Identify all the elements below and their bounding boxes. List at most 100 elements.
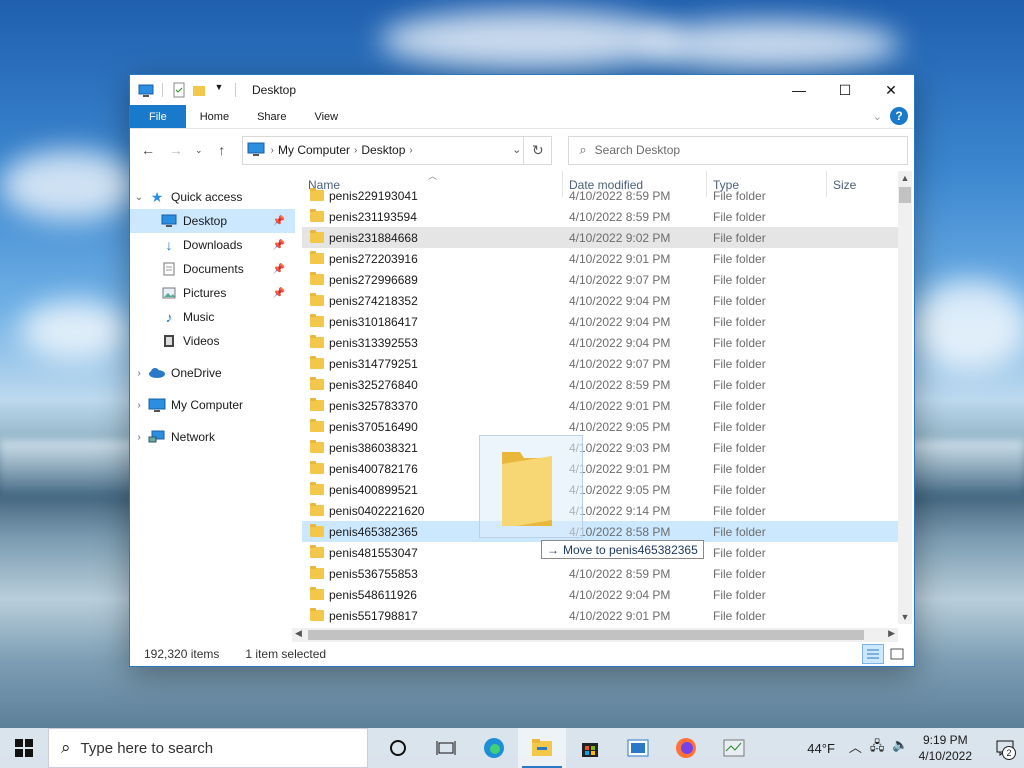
scroll-right-icon[interactable]: ▶ xyxy=(888,628,895,639)
minimize-button[interactable]: — xyxy=(776,75,822,105)
close-button[interactable]: ✕ xyxy=(868,75,914,105)
maximize-button[interactable]: ☐ xyxy=(822,75,868,105)
nav-network[interactable]: › Network xyxy=(130,425,295,449)
task-manager-icon[interactable] xyxy=(710,728,758,768)
chevron-down-icon[interactable]: ⌄ xyxy=(130,192,148,203)
file-row[interactable]: penis536755853 4/10/2022 8:59 PM File fold… xyxy=(302,563,898,584)
pin-icon[interactable]: 📌 xyxy=(273,288,285,299)
tab-home[interactable]: Home xyxy=(186,105,243,128)
nav-downloads[interactable]: ↓ Downloads 📌 xyxy=(130,233,295,257)
folder-icon xyxy=(310,566,324,579)
file-row[interactable]: penis0402221620 4/10/2022 9:14 PM File fol… xyxy=(302,500,898,521)
file-row[interactable]: penis370516490 4/10/2022 9:05 PM File fold… xyxy=(302,416,898,437)
scroll-thumb[interactable] xyxy=(308,630,864,640)
title-bar[interactable]: ▼ Desktop — ☐ ✕ xyxy=(130,75,914,105)
folder-icon xyxy=(502,452,552,526)
file-row[interactable]: penis465382365 4/10/2022 8:58 PM File fold… xyxy=(302,521,898,542)
firefox-icon[interactable] xyxy=(662,728,710,768)
file-row[interactable]: penis386038321 4/10/2022 9:03 PM File fold… xyxy=(302,437,898,458)
chevron-right-icon[interactable]: › xyxy=(130,368,148,379)
address-dropdown-chevron-icon[interactable]: ⌄ xyxy=(512,143,521,156)
file-type: File folder xyxy=(713,419,766,434)
forward-button[interactable]: → xyxy=(164,138,188,162)
file-row[interactable]: penis229193041 4/10/2022 8:59 PM File fold… xyxy=(302,185,898,206)
file-date-modified: 4/10/2022 9:07 PM xyxy=(569,272,671,287)
file-row[interactable]: penis231193594 4/10/2022 8:59 PM File fold… xyxy=(302,206,898,227)
nav-quick-access[interactable]: ⌄ ★ Quick access xyxy=(130,185,295,209)
volume-icon[interactable]: 🔈 xyxy=(892,737,908,759)
file-row[interactable]: penis551798817 4/10/2022 9:01 PM File fold… xyxy=(302,605,898,626)
cortana-icon[interactable] xyxy=(374,728,422,768)
help-icon[interactable]: ? xyxy=(890,107,908,125)
file-row[interactable]: penis231884668 4/10/2022 9:02 PM File fold… xyxy=(302,227,898,248)
file-row[interactable]: penis325783370 4/10/2022 9:01 PM File fold… xyxy=(302,395,898,416)
edge-browser-icon[interactable] xyxy=(470,728,518,768)
file-row[interactable]: penis272996689 4/10/2022 9:07 PM File fold… xyxy=(302,269,898,290)
network-status-icon[interactable]: 🖧 xyxy=(870,737,885,759)
breadcrumb-desktop[interactable]: Desktop xyxy=(361,143,405,157)
tab-view[interactable]: View xyxy=(300,105,352,128)
tab-file[interactable]: File xyxy=(130,105,186,128)
file-name: penis481553047 xyxy=(329,545,418,560)
chevron-right-icon[interactable]: › xyxy=(130,400,148,411)
breadcrumb-my-computer[interactable]: My Computer xyxy=(278,143,350,157)
chevron-right-icon[interactable]: › xyxy=(130,432,148,443)
pin-icon[interactable]: 📌 xyxy=(273,240,285,251)
network-icon xyxy=(148,429,166,445)
nav-documents[interactable]: Documents 📌 xyxy=(130,257,295,281)
chevron-right-icon[interactable]: › xyxy=(409,145,412,156)
start-button[interactable] xyxy=(0,728,48,768)
nav-videos[interactable]: Videos xyxy=(130,329,295,353)
back-button[interactable]: ← xyxy=(136,138,160,162)
customize-toolbar-chevron-icon[interactable]: ▼ xyxy=(211,82,227,98)
file-row[interactable]: penis274218352 4/10/2022 9:04 PM File fold… xyxy=(302,290,898,311)
nav-desktop[interactable]: Desktop 📌 xyxy=(130,209,295,233)
microsoft-store-icon[interactable] xyxy=(566,728,614,768)
scroll-thumb[interactable] xyxy=(899,187,911,203)
large-icons-view-icon[interactable] xyxy=(886,644,908,664)
scroll-left-icon[interactable]: ◀ xyxy=(295,628,302,639)
file-row[interactable]: penis400899521 4/10/2022 9:05 PM File fold… xyxy=(302,479,898,500)
vertical-scrollbar[interactable]: ▲ ▼ xyxy=(898,171,912,624)
status-bar: 192,320 items 1 item selected xyxy=(130,642,914,666)
horizontal-scrollbar[interactable]: ◀ ▶ xyxy=(292,628,898,642)
pin-icon[interactable]: 📌 xyxy=(273,264,285,275)
refresh-icon[interactable]: ↻ xyxy=(523,136,551,164)
new-folder-icon[interactable] xyxy=(191,82,207,98)
file-row[interactable]: penis325276840 4/10/2022 8:59 PM File fold… xyxy=(302,374,898,395)
task-view-icon[interactable] xyxy=(422,728,470,768)
file-row[interactable]: penis400782176 4/10/2022 9:01 PM File fold… xyxy=(302,458,898,479)
weather-temperature[interactable]: 44°F xyxy=(807,741,835,756)
show-hidden-icons-icon[interactable]: ︿ xyxy=(849,737,862,759)
up-button[interactable]: ↑ xyxy=(210,138,234,162)
file-explorer-icon[interactable] xyxy=(518,728,566,768)
chevron-right-icon[interactable]: › xyxy=(271,145,274,156)
file-row[interactable]: penis548611926 4/10/2022 9:04 PM File fold… xyxy=(302,584,898,605)
recent-locations-chevron-icon[interactable]: ⌄ xyxy=(192,138,206,162)
file-row[interactable]: penis310186417 4/10/2022 9:04 PM File fold… xyxy=(302,311,898,332)
pin-icon[interactable]: 📌 xyxy=(273,216,285,227)
clock[interactable]: 9:19 PM 4/10/2022 xyxy=(919,732,972,764)
file-type: File folder xyxy=(713,482,766,497)
notification-center-icon[interactable]: 2 xyxy=(986,728,1024,768)
nav-music[interactable]: ♪ Music xyxy=(130,305,295,329)
search-box[interactable]: ⌕ xyxy=(568,135,909,165)
search-input[interactable] xyxy=(594,143,875,157)
app-window-icon[interactable] xyxy=(614,728,662,768)
address-bar[interactable]: › My Computer › Desktop › ⌄ ↻ xyxy=(241,135,553,165)
scroll-up-icon[interactable]: ▲ xyxy=(898,173,912,183)
file-row[interactable]: penis313392553 4/10/2022 9:04 PM File fold… xyxy=(302,332,898,353)
scroll-down-icon[interactable]: ▼ xyxy=(898,612,912,622)
chevron-right-icon[interactable]: › xyxy=(354,145,357,156)
taskbar-search[interactable]: ⌕ Type here to search xyxy=(48,728,368,768)
nav-pictures[interactable]: Pictures 📌 xyxy=(130,281,295,305)
nav-onedrive[interactable]: › OneDrive xyxy=(130,361,295,385)
tab-share[interactable]: Share xyxy=(243,105,300,128)
properties-icon[interactable] xyxy=(171,82,187,98)
expand-ribbon-chevron-icon[interactable]: ⌄ xyxy=(873,110,882,123)
file-name: penis229193041 xyxy=(329,188,418,203)
details-view-icon[interactable] xyxy=(862,644,884,664)
nav-my-computer[interactable]: › My Computer xyxy=(130,393,295,417)
file-row[interactable]: penis314779251 4/10/2022 9:07 PM File fold… xyxy=(302,353,898,374)
file-row[interactable]: penis272203916 4/10/2022 9:01 PM File fold… xyxy=(302,248,898,269)
